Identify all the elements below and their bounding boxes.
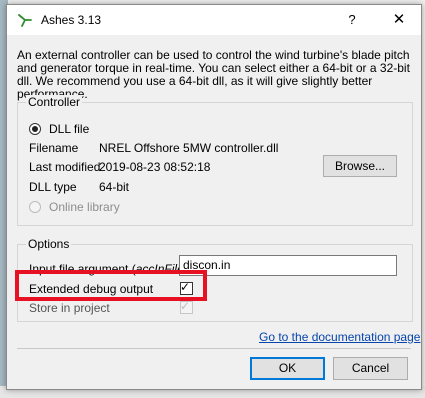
dialog-window: Ashes 3.13 ? ✕ An external controller ca… [6,4,422,390]
dll-file-radio[interactable] [29,123,41,135]
description-text: An external controller can be used to co… [17,48,410,101]
ok-button[interactable]: OK [250,357,325,380]
options-group-legend: Options [26,237,72,251]
cancel-button[interactable]: Cancel [333,357,408,380]
last-modified-label: Last modified [29,160,101,174]
dll-type-value: 64-bit [99,180,130,194]
app-turbine-icon [18,13,32,27]
filename-label: Filename [29,141,79,155]
checkmark-icon: ✓ [180,299,191,313]
help-button[interactable]: ? [337,5,367,35]
footer-separator [17,348,411,349]
controller-group-legend: Controller [26,95,83,109]
dll-file-radio-label[interactable]: DLL file [49,122,89,136]
online-library-radio[interactable] [29,201,41,213]
window-title: Ashes 3.13 [41,13,102,27]
store-in-project-checkbox[interactable]: ✓ [180,299,193,314]
store-in-project-label[interactable]: Store in project [29,301,110,315]
online-library-radio-label[interactable]: Online library [49,200,120,214]
title-bar: Ashes 3.13 ? ✕ [7,5,421,35]
last-modified-value: 2019-08-23 08:52:18 [99,160,211,174]
close-icon[interactable]: ✕ [379,5,419,35]
filename-value: NREL Offshore 5MW controller.dll [99,141,279,155]
documentation-link[interactable]: Go to the documentation page [259,330,420,344]
input-file-argument-field[interactable]: discon.in [179,255,397,276]
dll-type-label: DLL type [29,180,77,194]
browse-button[interactable]: Browse... [323,155,397,177]
highlight-box [15,270,207,301]
